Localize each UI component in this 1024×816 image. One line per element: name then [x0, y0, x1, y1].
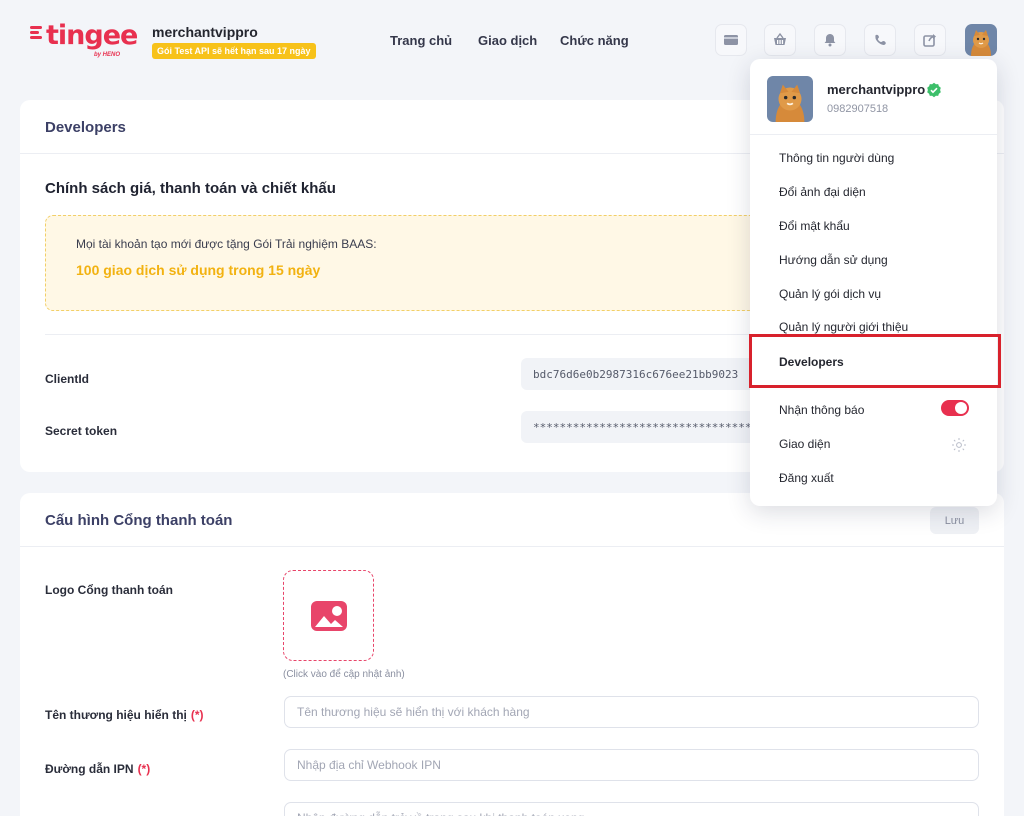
logo-label: Logo Cổng thanh toán	[45, 583, 173, 597]
notifications-toggle[interactable]	[941, 400, 969, 416]
promo-text: Mọi tài khoản tạo mới được tặng Gói Trải…	[76, 237, 377, 251]
notifications-button[interactable]	[814, 24, 846, 56]
support-icon	[875, 34, 886, 45]
basket-button[interactable]	[764, 24, 796, 56]
brand-name-label: Tên thương hiệu hiển thị (*)	[45, 708, 204, 722]
menu-user-phone: 0982907518	[827, 103, 889, 115]
wallet-button[interactable]	[715, 24, 747, 56]
cat-avatar-image	[767, 76, 813, 122]
logo-wordmark: tingee	[46, 20, 138, 51]
share-icon	[923, 34, 936, 47]
ipn-url-label: Đường dẫn IPN (*)	[45, 762, 150, 776]
nav-transactions[interactable]: Giao dịch	[478, 33, 537, 48]
gateway-config-card: Cấu hình Cổng thanh toán Lưu Logo Cổng t…	[20, 493, 1004, 816]
logo-upload[interactable]	[283, 570, 374, 661]
brand-name-input[interactable]	[284, 696, 979, 728]
divider	[45, 334, 805, 335]
menu-item-logout[interactable]: Đăng xuất	[779, 471, 834, 485]
support-button[interactable]	[864, 24, 896, 56]
menu-item-change-password[interactable]: Đổi mật khẩu	[779, 219, 850, 233]
redirect-url-input[interactable]	[284, 802, 979, 816]
menu-item-notifications[interactable]: Nhận thông báo	[779, 403, 864, 417]
gateway-card-title: Cấu hình Cổng thanh toán	[45, 512, 233, 529]
wallet-icon	[724, 35, 738, 45]
save-button[interactable]: Lưu	[930, 507, 979, 534]
brand-name-label-text: Tên thương hiệu hiển thị	[45, 708, 187, 722]
sun-icon[interactable]	[951, 437, 967, 453]
menu-item-change-avatar[interactable]: Đổi ảnh đại diện	[779, 185, 866, 199]
cat-avatar-image	[965, 24, 997, 56]
menu-avatar	[767, 76, 813, 122]
logo-subtitle: by HENO	[94, 52, 121, 58]
menu-item-referrals[interactable]: Quản lý người giới thiệu	[779, 320, 908, 334]
basket-icon	[774, 32, 786, 45]
nav-features[interactable]: Chức năng	[560, 33, 629, 48]
menu-user-name: merchantvippro	[827, 82, 926, 97]
required-mark: (*)	[137, 762, 151, 776]
logo-upload-hint: (Click vào để cập nhật ảnh)	[283, 669, 405, 680]
share-button[interactable]	[914, 24, 946, 56]
divider	[750, 134, 997, 135]
developers-highlight-box	[749, 334, 1001, 388]
secret-token-label: Secret token	[45, 424, 118, 438]
menu-item-user-info[interactable]: Thông tin người dùng	[779, 151, 894, 165]
required-mark: (*)	[190, 708, 204, 722]
logo-speed-lines	[30, 26, 46, 44]
menu-item-service-plans[interactable]: Quản lý gói dịch vụ	[779, 287, 881, 301]
verified-icon	[927, 82, 941, 98]
policy-title: Chính sách giá, thanh toán và chiết khấu	[45, 180, 336, 197]
promo-highlight: 100 giao dịch sử dụng trong 15 ngày	[76, 262, 321, 278]
nav-home[interactable]: Trang chủ	[390, 33, 452, 48]
avatar[interactable]	[965, 24, 997, 56]
image-icon	[310, 600, 347, 631]
merchant-name: merchantvippro	[152, 24, 258, 40]
user-menu-dropdown: merchantvippro 0982907518 Thông tin ngườ…	[750, 59, 997, 506]
divider	[20, 546, 1004, 547]
tingee-logo[interactable]: tingee by HENO	[30, 20, 138, 64]
client-id-label: ClientId	[45, 372, 89, 386]
menu-item-theme[interactable]: Giao diện	[779, 437, 830, 451]
promo-box: Mọi tài khoản tạo mới được tặng Gói Trải…	[45, 215, 805, 311]
developers-card-title: Developers	[45, 119, 126, 136]
bell-icon	[824, 34, 836, 47]
ipn-url-input[interactable]	[284, 749, 979, 781]
menu-item-user-guide[interactable]: Hướng dẫn sử dụng	[779, 253, 888, 267]
trial-badge: Gói Test API sẽ hết hạn sau 17 ngày	[152, 43, 316, 59]
ipn-url-label-text: Đường dẫn IPN	[45, 762, 134, 776]
